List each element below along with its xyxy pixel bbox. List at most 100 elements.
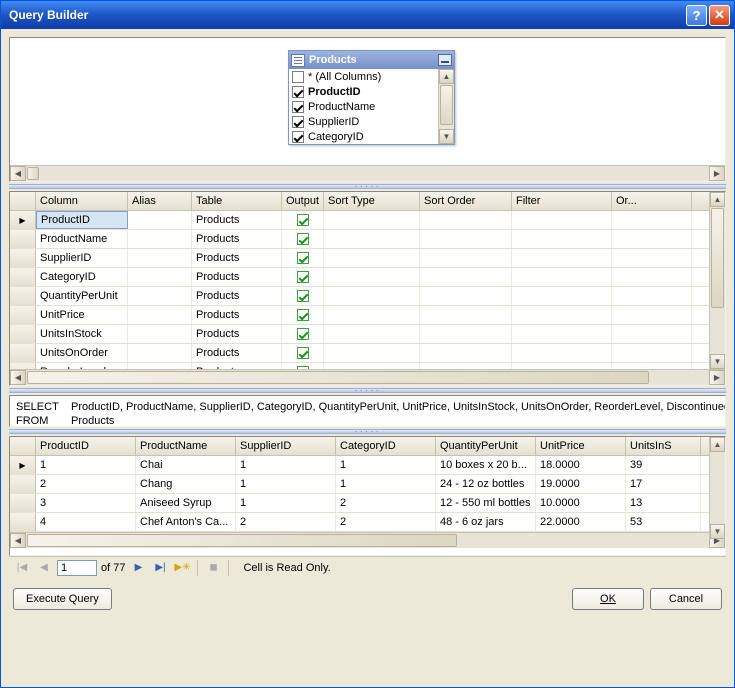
grid-cell[interactable]: Products bbox=[192, 287, 282, 305]
scroll-thumb[interactable] bbox=[440, 85, 453, 125]
grid-cell[interactable] bbox=[128, 268, 192, 286]
grid-cell[interactable]: Products bbox=[192, 211, 282, 229]
result-cell[interactable]: 4 bbox=[36, 513, 136, 531]
grid-cell[interactable]: CategoryID bbox=[36, 268, 128, 286]
cancel-button[interactable]: Cancel bbox=[650, 588, 722, 610]
grid-cell[interactable] bbox=[324, 306, 420, 324]
grid-cell[interactable] bbox=[512, 249, 612, 267]
grid-cell[interactable] bbox=[282, 211, 324, 229]
grid-row[interactable]: ProductIDProducts bbox=[10, 211, 725, 230]
row-header[interactable] bbox=[10, 494, 36, 512]
grid-cell[interactable] bbox=[128, 249, 192, 267]
scroll-down-icon[interactable]: ▼ bbox=[710, 354, 725, 369]
row-header[interactable] bbox=[10, 287, 36, 305]
grid-cell[interactable] bbox=[512, 211, 612, 229]
column-header[interactable]: Column bbox=[36, 192, 128, 210]
result-row[interactable]: 2Chang1124 - 12 oz bottles19.000017 bbox=[10, 475, 725, 494]
result-cell[interactable]: 1 bbox=[36, 456, 136, 474]
grid-cell[interactable]: Products bbox=[192, 230, 282, 248]
output-checkbox[interactable] bbox=[297, 347, 309, 359]
nav-current-input[interactable] bbox=[57, 560, 97, 576]
nav-next-button[interactable]: ▶ bbox=[129, 559, 147, 577]
table-column-row[interactable]: ProductName bbox=[289, 99, 454, 114]
results-hscroll[interactable]: ◀ ▶ bbox=[10, 532, 725, 548]
result-header[interactable]: QuantityPerUnit bbox=[436, 437, 536, 455]
scroll-up-icon[interactable]: ▲ bbox=[439, 69, 454, 84]
result-header[interactable]: ProductName bbox=[136, 437, 236, 455]
output-checkbox[interactable] bbox=[297, 309, 309, 321]
row-header[interactable] bbox=[10, 230, 36, 248]
column-header[interactable]: Sort Type bbox=[324, 192, 420, 210]
result-cell[interactable]: 17 bbox=[626, 475, 701, 493]
result-cell[interactable]: 3 bbox=[36, 494, 136, 512]
output-checkbox[interactable] bbox=[297, 271, 309, 283]
grid-cell[interactable] bbox=[612, 287, 692, 305]
close-button[interactable]: ✕ bbox=[709, 5, 730, 26]
result-cell[interactable]: 24 - 12 oz bottles bbox=[436, 475, 536, 493]
grid-cell[interactable] bbox=[512, 230, 612, 248]
result-cell[interactable]: Chef Anton's Ca... bbox=[136, 513, 236, 531]
grid-cell[interactable] bbox=[612, 268, 692, 286]
grid-row[interactable]: CategoryIDProducts bbox=[10, 268, 725, 287]
result-cell[interactable]: 12 - 550 ml bottles bbox=[436, 494, 536, 512]
grid-cell[interactable] bbox=[324, 268, 420, 286]
column-header[interactable]: Or... bbox=[612, 192, 692, 210]
scroll-up-icon[interactable]: ▲ bbox=[710, 437, 725, 452]
result-cell[interactable]: Aniseed Syrup bbox=[136, 494, 236, 512]
column-header[interactable]: Alias bbox=[128, 192, 192, 210]
result-cell[interactable]: 53 bbox=[626, 513, 701, 531]
nav-new-button[interactable]: ▶✳ bbox=[173, 559, 191, 577]
grid-cell[interactable]: Products bbox=[192, 306, 282, 324]
result-header[interactable]: CategoryID bbox=[336, 437, 436, 455]
result-row[interactable]: 1Chai1110 boxes x 20 b...18.000039 bbox=[10, 456, 725, 475]
grid-cell[interactable] bbox=[612, 211, 692, 229]
nav-last-button[interactable]: ▶| bbox=[151, 559, 169, 577]
grid-cell[interactable] bbox=[512, 287, 612, 305]
grid-cell[interactable] bbox=[420, 211, 512, 229]
result-cell[interactable]: 1 bbox=[336, 475, 436, 493]
result-cell[interactable]: 2 bbox=[336, 513, 436, 531]
column-checkbox[interactable] bbox=[292, 71, 304, 83]
grid-cell[interactable] bbox=[128, 230, 192, 248]
scroll-thumb[interactable] bbox=[711, 208, 724, 308]
result-cell[interactable]: 10.0000 bbox=[536, 494, 626, 512]
grid-cell[interactable] bbox=[324, 325, 420, 343]
result-cell[interactable]: 2 bbox=[36, 475, 136, 493]
row-header[interactable] bbox=[10, 513, 36, 531]
result-cell[interactable]: 13 bbox=[626, 494, 701, 512]
table-column-row[interactable]: ProductID bbox=[289, 84, 454, 99]
grid-cell[interactable] bbox=[282, 306, 324, 324]
column-checkbox[interactable] bbox=[292, 116, 304, 128]
grid-cell[interactable] bbox=[282, 287, 324, 305]
grid-cell[interactable] bbox=[128, 287, 192, 305]
row-header[interactable] bbox=[10, 325, 36, 343]
grid-cell[interactable] bbox=[420, 306, 512, 324]
grid-cell[interactable] bbox=[282, 230, 324, 248]
grid-cell[interactable] bbox=[512, 325, 612, 343]
ok-button[interactable]: OK bbox=[572, 588, 644, 610]
nav-stop-button[interactable]: ◼ bbox=[204, 559, 222, 577]
result-cell[interactable]: 10 boxes x 20 b... bbox=[436, 456, 536, 474]
columns-vscroll[interactable]: ▲ ▼ bbox=[709, 192, 725, 369]
grid-cell[interactable] bbox=[612, 344, 692, 362]
grid-cell[interactable] bbox=[324, 287, 420, 305]
grid-cell[interactable] bbox=[612, 306, 692, 324]
diagram-pane[interactable]: Products * (All Columns)ProductIDProduct… bbox=[9, 37, 726, 182]
scroll-thumb[interactable] bbox=[27, 534, 457, 547]
columns-hscroll[interactable]: ◀ ▶ bbox=[10, 369, 725, 385]
grid-row[interactable]: QuantityPerUnitProducts bbox=[10, 287, 725, 306]
result-row[interactable]: 3Aniseed Syrup1212 - 550 ml bottles10.00… bbox=[10, 494, 725, 513]
grid-cell[interactable]: Products bbox=[192, 249, 282, 267]
column-header[interactable]: Filter bbox=[512, 192, 612, 210]
result-row[interactable]: 4Chef Anton's Ca...2248 - 6 oz jars22.00… bbox=[10, 513, 725, 532]
row-header[interactable] bbox=[10, 306, 36, 324]
grid-cell[interactable]: ProductName bbox=[36, 230, 128, 248]
grid-cell[interactable] bbox=[612, 230, 692, 248]
minimize-icon[interactable] bbox=[438, 54, 452, 66]
scroll-thumb[interactable] bbox=[27, 371, 649, 384]
grid-row[interactable]: UnitsInStockProducts bbox=[10, 325, 725, 344]
results-vscroll[interactable]: ▲ ▼ bbox=[709, 437, 725, 539]
result-cell[interactable]: Chang bbox=[136, 475, 236, 493]
row-header[interactable] bbox=[10, 249, 36, 267]
grid-cell[interactable]: SupplierID bbox=[36, 249, 128, 267]
